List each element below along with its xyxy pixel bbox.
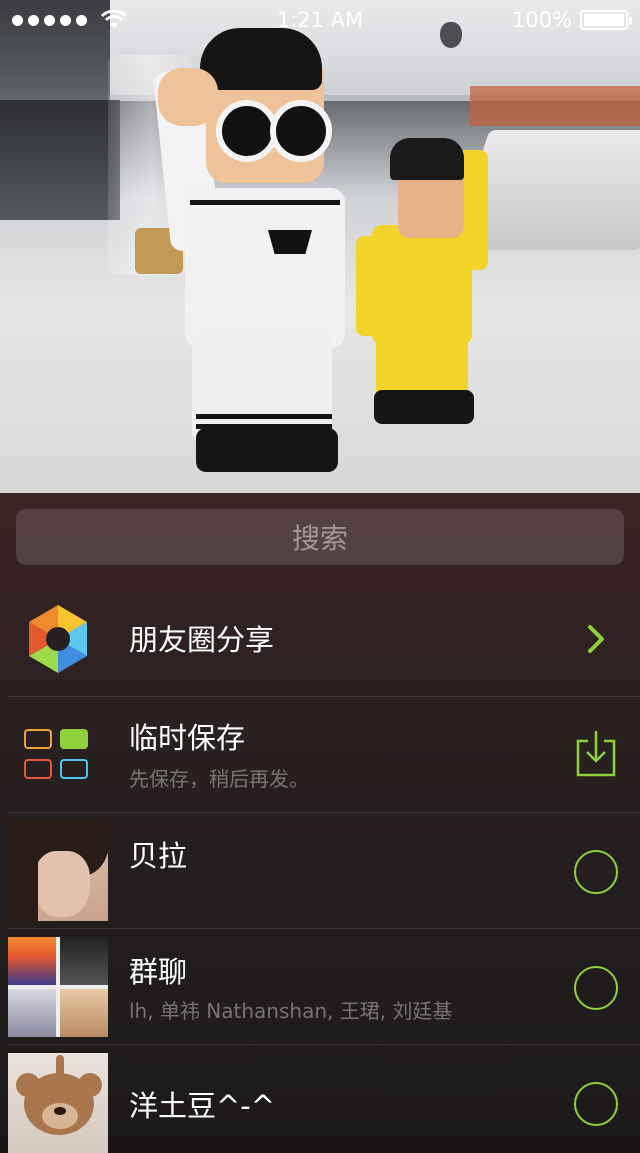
contact-name: 洋土豆^-^	[129, 1089, 276, 1123]
moments-aperture-icon	[29, 605, 87, 673]
white-figure	[185, 188, 345, 348]
header-photo: 1:21 AM 100%	[0, 0, 640, 493]
download-icon[interactable]	[576, 729, 616, 777]
temp-save-label: 临时保存	[129, 721, 246, 755]
battery-icon	[580, 10, 632, 30]
status-bar: 1:21 AM 100%	[0, 0, 640, 40]
group-name: 群聊	[129, 955, 188, 989]
avatar-bella	[8, 821, 108, 921]
yellow-figure	[372, 225, 472, 345]
group-members: lh, 单祎 Nathanshan, 王珺, 刘廷基	[129, 999, 453, 1023]
row-temp-save[interactable]	[0, 697, 640, 813]
share-sheet: 搜索 朋友圈分享 临时保存 先保存，稍后再发。 贝拉 群聊 lh, 单祎 Nat…	[0, 493, 640, 1153]
search-input[interactable]: 搜索	[16, 509, 624, 565]
temp-save-grid-icon	[24, 729, 92, 783]
search-placeholder: 搜索	[291, 522, 348, 555]
select-circle-icon[interactable]	[574, 966, 618, 1010]
status-time: 1:21 AM	[276, 8, 364, 32]
contact-name: 贝拉	[129, 839, 188, 873]
select-circle-icon[interactable]	[574, 1082, 618, 1126]
avatar-group	[8, 937, 108, 1037]
select-circle-icon[interactable]	[574, 850, 618, 894]
moments-share-label: 朋友圈分享	[129, 623, 275, 657]
temp-save-subtitle: 先保存，稍后再发。	[129, 767, 309, 791]
row-moments-share[interactable]	[0, 581, 640, 697]
chevron-right-icon	[588, 625, 604, 653]
avatar-bear	[8, 1053, 108, 1153]
